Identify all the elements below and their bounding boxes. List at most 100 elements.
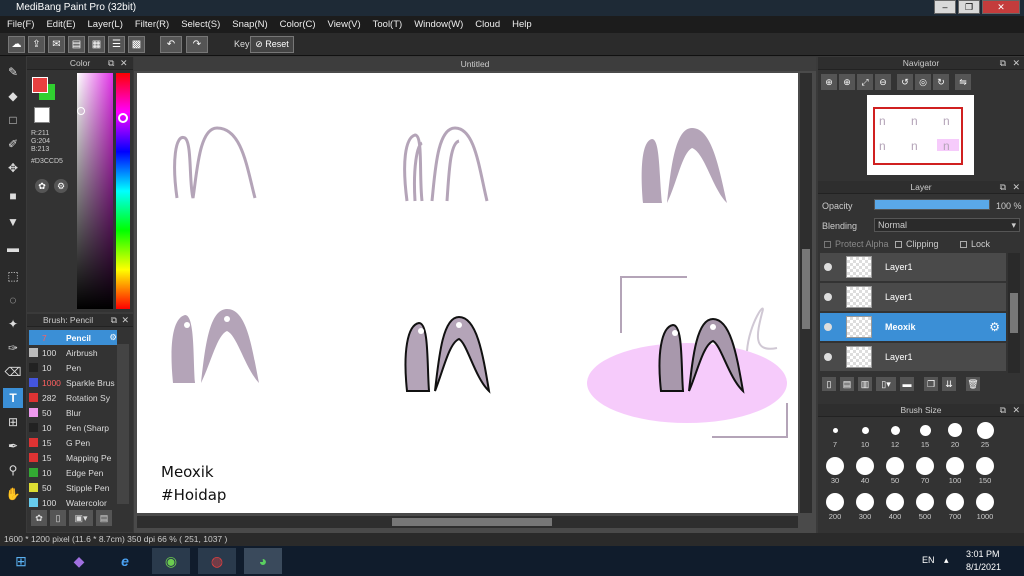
brush-size-option[interactable]: 200 <box>820 492 850 521</box>
eraser-tool-icon[interactable]: ◆ <box>3 86 23 106</box>
brush-add-icon[interactable]: ✿ <box>31 510 47 526</box>
new-layer-icon[interactable]: ▯ <box>822 377 836 391</box>
hue-slider-handle[interactable] <box>118 113 128 123</box>
rotate-reset-icon[interactable]: ◎ <box>915 74 931 90</box>
brush-size-option[interactable]: 50 <box>880 456 910 485</box>
menu-cloud[interactable]: Cloud <box>475 19 500 30</box>
eyedropper-tool-icon[interactable]: ✒ <box>3 436 23 456</box>
brush-item[interactable]: 15 G Pen <box>29 435 117 450</box>
navigator-float-icon[interactable]: ⧉ <box>1000 58 1006 69</box>
layer-close-icon[interactable]: ✕ <box>1012 182 1020 193</box>
menu-file[interactable]: File(F) <box>7 19 34 30</box>
pen-tool-icon[interactable]: ✐ <box>3 134 23 154</box>
select-pen-tool-icon[interactable]: ✑ <box>3 338 23 358</box>
drawing-canvas[interactable]: Meoxik #Hoidap <box>137 73 798 513</box>
folder-icon[interactable]: ▬ <box>900 377 914 391</box>
dot-tool-icon[interactable]: □ <box>3 110 23 130</box>
rotate-left-icon[interactable]: ↺ <box>897 74 913 90</box>
brush-item[interactable]: 100 Watercolor <box>29 495 117 510</box>
internet-explorer-icon[interactable]: e <box>106 548 144 574</box>
brush-size-option[interactable]: 700 <box>940 492 970 521</box>
navigator-preview[interactable]: nnn nn n <box>867 95 974 175</box>
menu-edit[interactable]: Edit(E) <box>46 19 75 30</box>
brush-panel-close-icon[interactable]: ✕ <box>121 315 129 326</box>
clipping-checkbox[interactable]: Clipping <box>895 239 939 249</box>
brush-item[interactable]: 10 Pen <box>29 360 117 375</box>
move-tool-icon[interactable]: ✥ <box>3 158 23 178</box>
layer-float-icon[interactable]: ⧉ <box>1000 182 1006 193</box>
brush-panel-float-icon[interactable]: ⧉ <box>111 315 117 326</box>
brush-size-option[interactable]: 70 <box>910 456 940 485</box>
upload-icon[interactable]: ⇪ <box>28 36 45 53</box>
chrome-icon[interactable]: ◍ <box>198 548 236 574</box>
maximize-button[interactable]: ❐ <box>958 0 980 14</box>
new-halftone-layer-icon[interactable]: ▤ <box>840 377 854 391</box>
comment-icon[interactable]: ▤ <box>68 36 85 53</box>
brush-settings-icon[interactable]: ▤ <box>96 510 112 526</box>
document-icon[interactable]: ▦ <box>88 36 105 53</box>
brush-size-option[interactable]: 100 <box>940 456 970 485</box>
visibility-eye-icon[interactable] <box>824 323 832 331</box>
dropper-tool-icon[interactable]: ⚲ <box>3 460 23 480</box>
menu-view[interactable]: View(V) <box>328 19 361 30</box>
visibility-eye-icon[interactable] <box>824 293 832 301</box>
list-icon[interactable]: ☰ <box>108 36 125 53</box>
palette-icon[interactable]: ✿ <box>35 179 49 193</box>
chat-icon[interactable]: ✉ <box>48 36 65 53</box>
medibang-icon[interactable]: ◕ <box>244 548 282 574</box>
color-panel-float-icon[interactable]: ⧉ <box>108 58 114 69</box>
brush-item[interactable]: 10 Pen (Sharp <box>29 420 117 435</box>
zoom-in-icon[interactable]: ⊕ <box>821 74 837 90</box>
rotate-right-icon[interactable]: ↻ <box>933 74 949 90</box>
brush-item[interactable]: 50 Stipple Pen <box>29 480 117 495</box>
minimize-button[interactable]: – <box>934 0 956 14</box>
canvas-tab-title[interactable]: Untitled <box>134 57 816 71</box>
gradient-tool-icon[interactable]: ▬ <box>3 238 23 258</box>
menu-help[interactable]: Help <box>512 19 532 30</box>
tray-arrow-icon[interactable]: ▴ <box>944 555 949 566</box>
brush-size-option[interactable]: 25 <box>970 420 1000 449</box>
palette-settings-icon[interactable]: ⚙ <box>54 179 68 193</box>
visibility-eye-icon[interactable] <box>824 353 832 361</box>
menu-window[interactable]: Window(W) <box>414 19 463 30</box>
add-layer-menu-icon[interactable]: ▯▾ <box>876 377 896 391</box>
fit-icon[interactable]: ⤢ <box>857 74 873 90</box>
brush-item[interactable]: 50 Blur <box>29 405 117 420</box>
brush-size-option[interactable]: 300 <box>850 492 880 521</box>
redo-button[interactable]: ↷ <box>186 36 208 53</box>
clock-time[interactable]: 3:01 PM <box>966 549 1000 559</box>
brush-item[interactable]: 282 Rotation Sy <box>29 390 117 405</box>
magic-wand-tool-icon[interactable]: ✦ <box>3 314 23 334</box>
cloud-icon[interactable]: ☁ <box>8 36 25 53</box>
menu-layer[interactable]: Layer(L) <box>88 19 123 30</box>
brush-size-close-icon[interactable]: ✕ <box>1012 405 1020 416</box>
brush-size-option[interactable]: 10 <box>850 420 880 449</box>
layer-settings-gear-icon[interactable]: ⚙ <box>989 320 1000 334</box>
brush-size-option[interactable]: 12 <box>880 420 910 449</box>
brush-size-option[interactable]: 500 <box>910 492 940 521</box>
layer-row[interactable]: Meoxik ⚙ <box>820 313 1006 342</box>
brush-size-option[interactable]: 20 <box>940 420 970 449</box>
color-panel-close-icon[interactable]: ✕ <box>120 58 128 69</box>
undo-button[interactable]: ↶ <box>160 36 182 53</box>
brush-size-option[interactable]: 400 <box>880 492 910 521</box>
select-tool-icon[interactable]: ⬚ <box>3 266 23 286</box>
brush-size-option[interactable]: 150 <box>970 456 1000 485</box>
new-8bit-layer-icon[interactable]: ▥ <box>858 377 872 391</box>
app-icon[interactable]: ◉ <box>152 548 190 574</box>
brush-item[interactable]: 100 Airbrush <box>29 345 117 360</box>
operation-tool-icon[interactable]: ⊞ <box>3 412 23 432</box>
brush-size-option[interactable]: 15 <box>910 420 940 449</box>
opacity-slider[interactable] <box>874 199 990 210</box>
reset-button[interactable]: ⊘ Reset <box>250 36 294 53</box>
brush-new-icon[interactable]: ▯ <box>50 510 66 526</box>
zoom-out-icon[interactable]: ⊖ <box>875 74 891 90</box>
brush-size-option[interactable]: 30 <box>820 456 850 485</box>
brush-tool-icon[interactable]: ✎ <box>3 62 23 82</box>
menu-snap[interactable]: Snap(N) <box>232 19 267 30</box>
clock-date[interactable]: 8/1/2021 <box>966 562 1001 572</box>
bucket-tool-icon[interactable]: ▼ <box>3 212 23 232</box>
brush-list-scrollbar[interactable] <box>117 344 129 504</box>
zoom-in-2-icon[interactable]: ⊕ <box>839 74 855 90</box>
visibility-eye-icon[interactable] <box>824 263 832 271</box>
